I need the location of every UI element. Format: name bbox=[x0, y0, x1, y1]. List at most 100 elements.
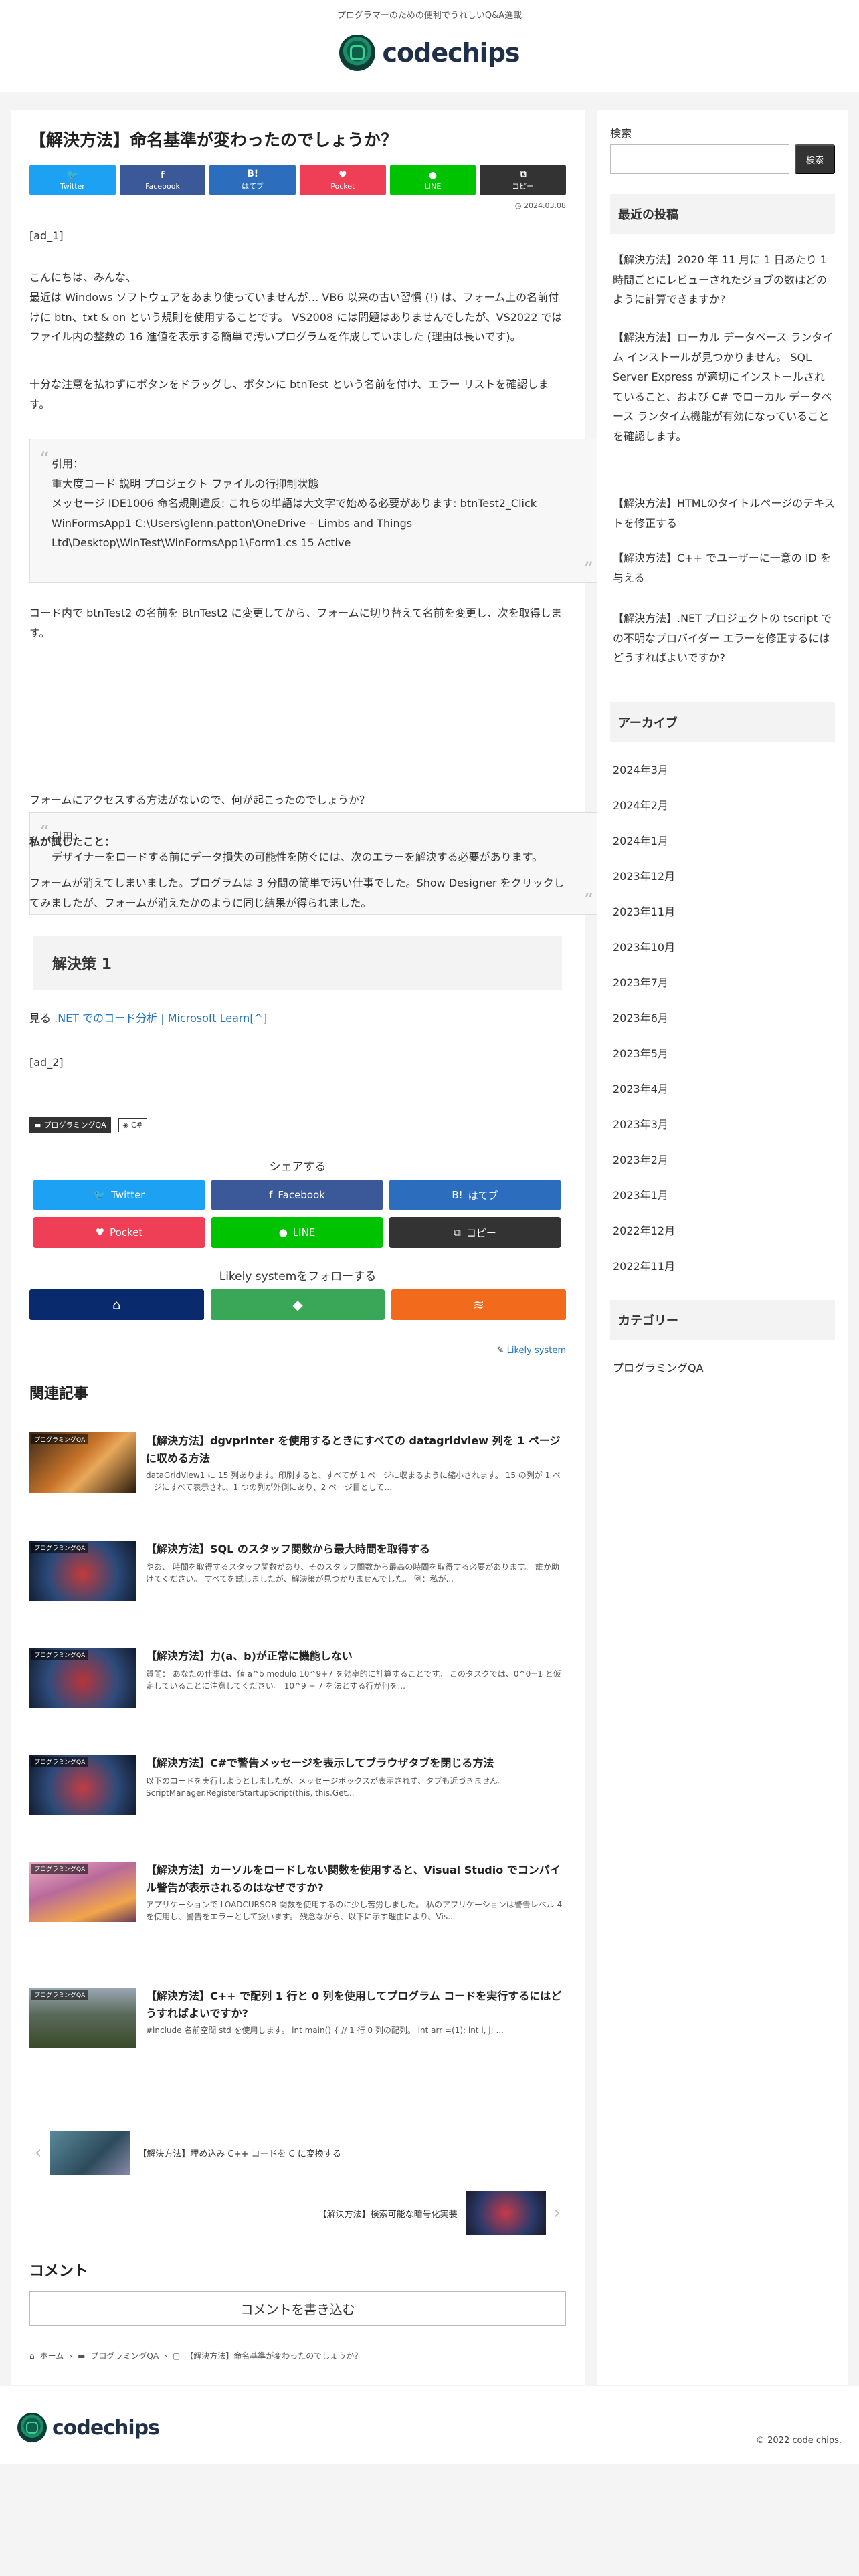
recent-post-link[interactable]: 【解決方法】.NET プロジェクトの tscript での不明なプロバイダー エ… bbox=[613, 609, 835, 668]
archive-link[interactable]: 2024年2月 bbox=[613, 796, 835, 813]
share-bar-bottom: 🐦 Twitter f Facebook B! はてブ ♥ Pocket ● LINE ⧉… bbox=[33, 1180, 562, 1248]
related-thumbnail: プログラミングQA bbox=[29, 1541, 136, 1601]
paragraph-4: フォームにアクセスする方法がないので、何が起こったのでしょうか？ bbox=[29, 794, 370, 807]
related-thumbnail: プログラミングQA bbox=[29, 1988, 136, 2048]
quote-line: メッセージ IDE1006 命名規則違反: これらの単語は大文字で始める必要があ… bbox=[52, 497, 537, 550]
close-quote-icon: ” bbox=[583, 889, 593, 912]
footer-logo-text: codechips bbox=[52, 2416, 160, 2440]
paragraph-3: コード内で btnTest2 の名前を BtnTest2 に変更してから、フォー… bbox=[29, 607, 562, 639]
archive-link[interactable]: 2024年3月 bbox=[613, 761, 835, 777]
breadcrumb: ⌂ ホーム › ▬ プログラミングQA › ▢ 【解決方法】命名基準が変わったの… bbox=[29, 2350, 566, 2361]
quote-label: 引用： bbox=[52, 457, 84, 470]
share-facebook-button[interactable]: f Facebook bbox=[211, 1180, 383, 1210]
archive-link[interactable]: 2023年6月 bbox=[613, 1009, 835, 1025]
related-excerpt: #include 名前空間 std を使用します。 int main() { /… bbox=[146, 2026, 504, 2036]
archive-link[interactable]: 2023年2月 bbox=[613, 1151, 835, 1167]
archive-link[interactable]: 2023年5月 bbox=[613, 1045, 835, 1061]
archive-link[interactable]: 2023年11月 bbox=[613, 903, 835, 919]
share-copy-button[interactable]: ⧉ コピー bbox=[389, 1217, 561, 1248]
tag-list: ▬ プログラミングQA ◈ C# bbox=[29, 1117, 566, 1133]
archive-link[interactable]: 2024年1月 bbox=[613, 832, 835, 848]
search-input[interactable] bbox=[610, 144, 789, 174]
site-footer: codechips © 2022 code chips. bbox=[0, 2386, 859, 2464]
solution-heading: 解決策 1 bbox=[33, 936, 562, 990]
related-title: 【解決方法】力(a、b)が正常に機能しない bbox=[146, 1650, 353, 1662]
follow-feedly-button[interactable]: ◆ bbox=[210, 1289, 385, 1320]
related-excerpt: 以下のコードを実行しようとしましたが、メッセージボックスが表示されず、タブも近づ… bbox=[146, 1776, 506, 1798]
related-heading: 関連記事 bbox=[29, 1386, 89, 1402]
follow-home-button[interactable]: ⌂ bbox=[29, 1289, 204, 1320]
related-item[interactable]: プログラミングQA 【解決方法】カーソルをロードしない関数を使用すると、Visu… bbox=[29, 1862, 566, 1923]
share-facebook-button[interactable]: f Facebook bbox=[119, 165, 206, 195]
archive-link[interactable]: 2022年11月 bbox=[613, 1257, 835, 1273]
related-thumbnail: プログラミングQA bbox=[29, 1862, 136, 1922]
archive-link[interactable]: 2023年7月 bbox=[613, 974, 835, 990]
recent-post-link[interactable]: 【解決方法】C++ でユーザーに一意の ID を与える bbox=[613, 548, 835, 588]
follow-rss-button[interactable]: ≋ bbox=[391, 1289, 567, 1320]
search-button[interactable]: 検索 bbox=[795, 144, 835, 174]
breadcrumb-category[interactable]: プログラミングQA bbox=[90, 2350, 159, 2361]
chevron-right-icon: › bbox=[69, 2351, 73, 2361]
folder-icon: ▬ bbox=[34, 1120, 41, 1130]
share-twitter-button[interactable]: 🐦 Twitter bbox=[29, 165, 116, 195]
tag-csharp[interactable]: ◈ C# bbox=[118, 1117, 148, 1132]
share-bar-top: 🐦 Twitter f Facebook B! はてブ ♥ Pocket ● LINE ⧉… bbox=[29, 165, 567, 195]
tag-category[interactable]: ▬ プログラミングQA bbox=[29, 1117, 111, 1133]
folder-icon: ▬ bbox=[78, 2351, 86, 2361]
related-excerpt: dataGridView1 に 15 列あります。印刷すると、すべてが 1 ペー… bbox=[146, 1471, 561, 1493]
footer-logo[interactable]: codechips bbox=[17, 2413, 160, 2442]
recent-post-link[interactable]: 【解決方法】HTMLのタイトルページのテキストを修正する bbox=[613, 494, 835, 533]
prev-post-link[interactable]: ‹ 【解決方法】埋め込み C++ コードを C に変換する bbox=[35, 2131, 341, 2175]
share-label: シェアする bbox=[269, 1160, 326, 1174]
share-line-button[interactable]: ● LINE bbox=[211, 1217, 383, 1248]
related-title: 【解決方法】C++ で配列 1 行と 0 列を使用してプログラム コードを実行す… bbox=[146, 1990, 562, 2020]
follow-label: Likely systemをフォローする bbox=[219, 1270, 377, 1283]
archive-link[interactable]: 2022年12月 bbox=[613, 1222, 835, 1238]
pocket-icon: ♥ bbox=[339, 169, 347, 181]
related-item[interactable]: プログラミングQA 【解決方法】SQL のスタッフ関数から最大時間を取得する やあ… bbox=[29, 1541, 566, 1601]
facebook-icon: f bbox=[269, 1189, 273, 1201]
related-title: 【解決方法】dgvprinter を使用するときにすべての datagridvi… bbox=[146, 1434, 561, 1465]
share-hatena-button[interactable]: B! はてブ bbox=[209, 165, 296, 195]
breadcrumb-home[interactable]: ホーム bbox=[40, 2350, 64, 2361]
related-excerpt: アプリケーションで LOADCURSOR 関数を使用するのに少し苦労しました。 … bbox=[146, 1900, 563, 1922]
site-logo[interactable]: codechips bbox=[0, 35, 859, 71]
next-post-link[interactable]: 【解決方法】検索可能な暗号化実装 › bbox=[318, 2191, 561, 2235]
ad-placeholder-2: [ad_2] bbox=[29, 1056, 64, 1069]
share-pocket-button[interactable]: ♥ Pocket bbox=[33, 1217, 205, 1248]
share-pocket-button[interactable]: ♥ Pocket bbox=[300, 165, 386, 195]
archive-link[interactable]: 2023年12月 bbox=[613, 867, 835, 883]
prev-post-thumbnail bbox=[50, 2131, 130, 2175]
archive-link[interactable]: 2023年3月 bbox=[613, 1115, 835, 1132]
share-copy-button[interactable]: ⧉ コピー bbox=[480, 165, 567, 195]
category-link[interactable]: プログラミングQA bbox=[613, 1359, 835, 1375]
recent-post-link[interactable]: 【解決方法】2020 年 11 月に 1 日あたり 1 時間ごとにレビューされた… bbox=[613, 250, 835, 310]
feedly-icon: ◆ bbox=[292, 1297, 303, 1313]
write-comment-button[interactable]: コメントを書き込む bbox=[29, 2291, 566, 2326]
logo-chip-icon bbox=[339, 35, 376, 71]
related-item[interactable]: プログラミングQA 【解決方法】力(a、b)が正常に機能しない 質問： あなたの仕… bbox=[29, 1648, 566, 1708]
clock-icon: ◷ bbox=[514, 201, 524, 210]
home-icon: ⌂ bbox=[112, 1297, 121, 1313]
pocket-icon: ♥ bbox=[95, 1226, 105, 1239]
line-icon: ● bbox=[428, 169, 438, 181]
archive-heading: アーカイブ bbox=[610, 702, 835, 742]
rss-icon: ≋ bbox=[473, 1297, 485, 1313]
twitter-icon: 🐦 bbox=[93, 1189, 106, 1201]
related-item[interactable]: プログラミングQA 【解決方法】C++ で配列 1 行と 0 列を使用してプログ… bbox=[29, 1988, 566, 2048]
ms-learn-link[interactable]: .NET でのコード分析 | Microsoft Learn[^] bbox=[54, 1012, 267, 1025]
share-twitter-button[interactable]: 🐦 Twitter bbox=[33, 1180, 205, 1210]
intro-text: こんにちは、みんな、 bbox=[29, 271, 137, 284]
home-icon: ⌂ bbox=[29, 2351, 35, 2361]
related-item[interactable]: プログラミングQA 【解決方法】dgvprinter を使用するときにすべての … bbox=[29, 1432, 566, 1493]
archive-link[interactable]: 2023年1月 bbox=[613, 1186, 835, 1202]
archive-link[interactable]: 2023年4月 bbox=[613, 1080, 835, 1096]
share-line-button[interactable]: ● LINE bbox=[389, 165, 476, 195]
recent-post-link[interactable]: 【解決方法】ローカル データベース ランタイム インストールが見つかりません。 … bbox=[613, 328, 835, 447]
chevron-right-icon: › bbox=[553, 2203, 561, 2223]
share-hatena-button[interactable]: B! はてブ bbox=[389, 1180, 561, 1210]
author-link[interactable]: ✎ Likely system bbox=[29, 1346, 566, 1356]
related-item[interactable]: プログラミングQA 【解決方法】C#で警告メッセージを表示してブラウザタブを閉じ… bbox=[29, 1755, 566, 1815]
archive-link[interactable]: 2023年10月 bbox=[613, 938, 835, 954]
hatena-icon: B! bbox=[452, 1189, 463, 1201]
